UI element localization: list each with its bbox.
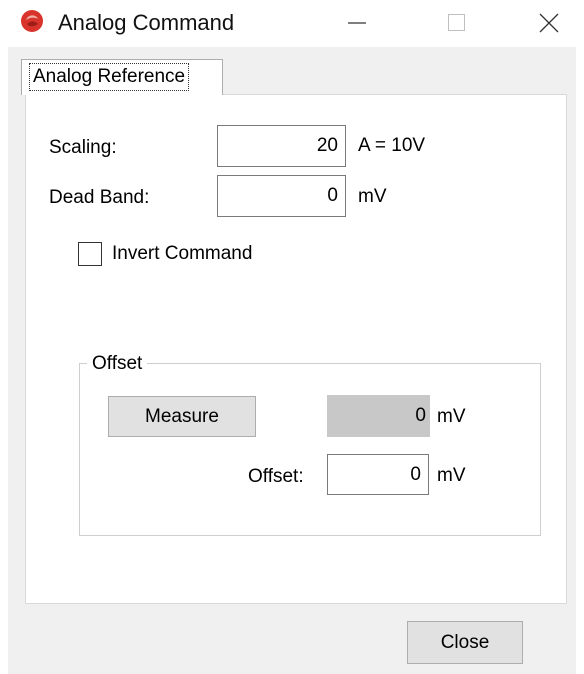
invert-command-checkbox[interactable] bbox=[78, 242, 102, 266]
maximize-button[interactable] bbox=[434, 0, 480, 47]
offset-group-title: Offset bbox=[87, 352, 148, 376]
offset-input[interactable] bbox=[327, 454, 429, 495]
offset-groupbox bbox=[79, 363, 541, 536]
scaling-unit: A = 10V bbox=[358, 135, 426, 156]
offset-unit: mV bbox=[437, 465, 466, 486]
measured-offset-readout: 0 bbox=[327, 395, 430, 437]
minimize-icon bbox=[348, 22, 366, 24]
dead-band-unit: mV bbox=[358, 186, 387, 207]
maximize-icon bbox=[448, 14, 465, 31]
close-button[interactable]: Close bbox=[407, 621, 523, 664]
window-title: Analog Command bbox=[58, 10, 235, 35]
close-icon bbox=[539, 13, 559, 33]
tab-analog-reference[interactable]: Analog Reference bbox=[21, 59, 223, 95]
minimize-button[interactable] bbox=[334, 0, 380, 47]
app-logo-icon bbox=[20, 9, 44, 33]
measure-button[interactable]: Measure bbox=[108, 396, 256, 437]
measured-unit: mV bbox=[437, 406, 466, 427]
close-window-button[interactable] bbox=[526, 0, 572, 47]
tab-label: Analog Reference bbox=[28, 63, 190, 91]
scaling-label: Scaling: bbox=[49, 137, 117, 158]
invert-command-label[interactable]: Invert Command bbox=[112, 242, 252, 266]
title-bar[interactable]: Analog Command bbox=[0, 0, 584, 47]
dead-band-label: Dead Band: bbox=[49, 187, 150, 208]
offset-label: Offset: bbox=[248, 466, 304, 487]
dead-band-input[interactable] bbox=[217, 175, 346, 217]
scaling-input[interactable] bbox=[217, 125, 346, 167]
